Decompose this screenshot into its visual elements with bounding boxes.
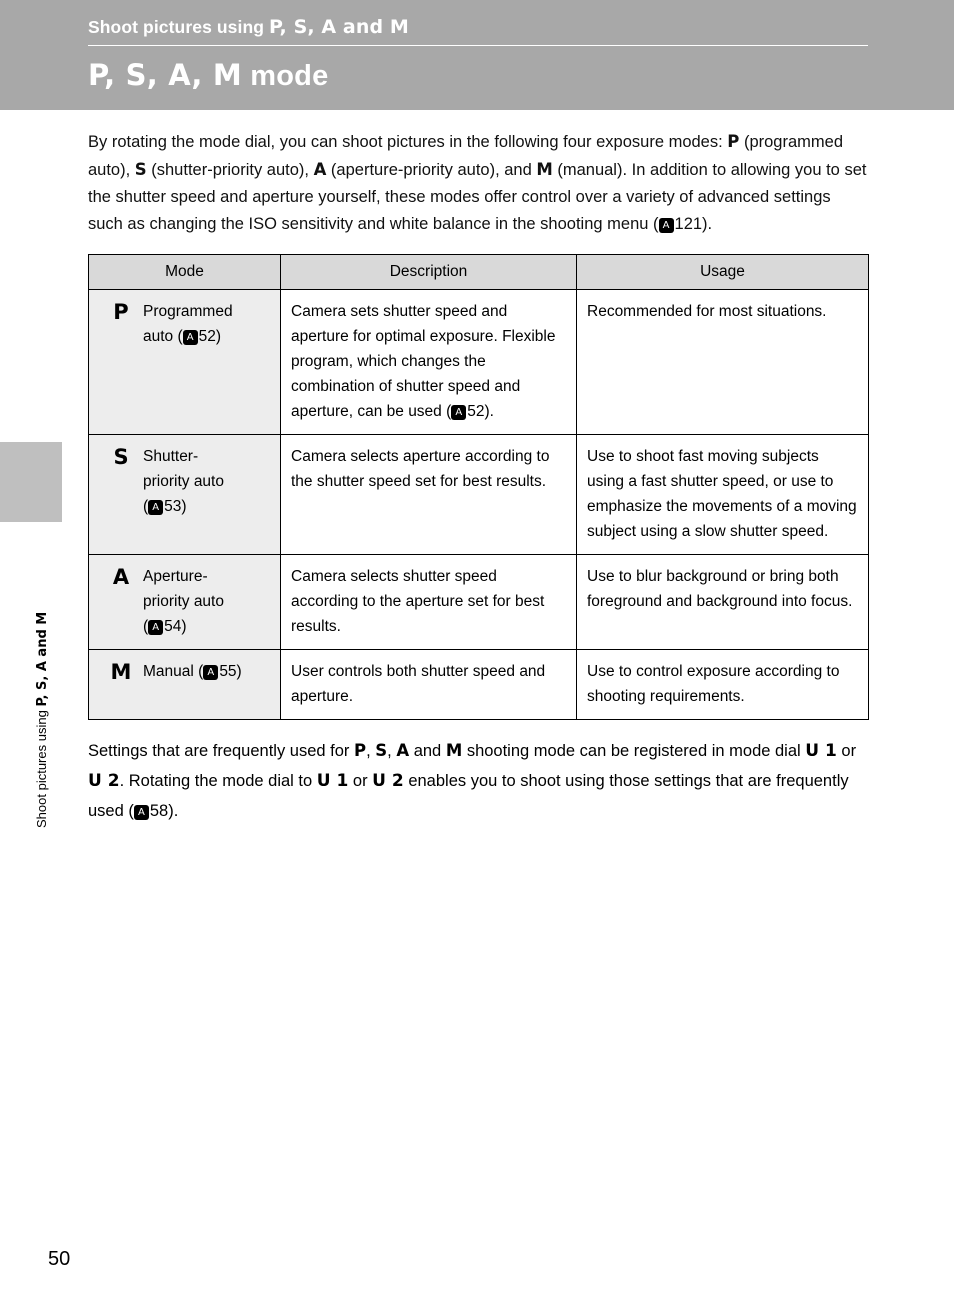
after-mode-a: A [396,741,410,760]
mode-description-p-text: Camera sets shutter speed and aperture f… [291,303,556,420]
mode-name-m: Manual (A 55) [143,659,270,684]
table-header-usage: Usage [576,254,869,290]
page-reference-icon: A [658,218,674,233]
mode-usage-m: Use to control exposure according to sho… [576,649,869,720]
intro-seg-1: By rotating the mode dial, you can shoot… [88,133,728,151]
table-header-row: Mode Description Usage [88,254,869,290]
intro-mode-a: A [313,160,327,179]
page-reference-icon: A [451,405,467,420]
after-mode-m: M [445,741,463,760]
after-seg-5: shooting mode can be registered in mode … [462,742,806,760]
mode-description-m: User controls both shutter speed and ape… [280,649,577,720]
mode-name-s-ref: 53) [164,498,187,515]
after-mode-p: P [354,741,367,760]
mode-name-s-line1: Shutter- [143,448,199,465]
intro-mode-p: P [727,132,740,151]
side-tab-label: Shoot pictures using P, S, A and M [34,508,50,828]
after-seg-8: or [348,772,373,790]
side-tab-label-prefix: Shoot pictures using [34,706,49,828]
mode-description-s: Camera selects aperture according to the… [280,434,577,555]
mode-name-a-line2: priority auto [143,593,224,610]
mode-name-p-line2: auto ( [143,328,183,345]
after-seg-1: Settings that are frequently used for [88,742,354,760]
table-header-mode: Mode [88,254,281,290]
mode-description-p-ref: 52). [467,403,494,420]
after-mode-s: S [375,741,388,760]
mode-cell-a: A Aperture-priority auto(A 54) [88,554,281,650]
mode-name-a-line1: Aperture- [143,568,208,585]
mode-name-a: Aperture-priority auto(A 54) [143,564,270,639]
mode-cell-m: M Manual (A 55) [88,649,281,720]
mode-letter-s: S [113,445,129,469]
side-tab-marker [0,442,62,522]
page-number: 50 [48,1248,71,1270]
mode-name-s: Shutter-priority auto(A 53) [143,444,270,519]
mode-cell-p: P Programmed auto (A 52) [88,289,281,435]
chapter-title-modes: P, S, A and M [269,16,409,38]
table-row: M Manual (A 55) User controls both shutte… [88,649,869,720]
page-title: P, S, A, M mode [88,58,868,93]
mode-name-p-ref: 52) [198,328,222,345]
page-header-band: Shoot pictures using P, S, A and M P, S,… [0,0,954,110]
table-row: S Shutter-priority auto(A 53) Camera sele… [88,434,869,555]
page-content: By rotating the mode dial, you can shoot… [88,128,869,826]
page-title-suffix: mode [242,60,329,92]
mode-name-m-ref: 55) [219,663,242,680]
intro-page-ref: 121). [674,215,713,233]
page-reference-icon: A [182,330,198,345]
intro-mode-s: S [134,160,147,179]
exposure-modes-table: Mode Description Usage P Programmed auto … [88,254,869,720]
mode-name-p-line1: Programmed [143,303,233,320]
intro-paragraph: By rotating the mode dial, you can shoot… [88,128,868,238]
after-seg-3: , [387,742,397,760]
table-row: A Aperture-priority auto(A 54) Camera sel… [88,554,869,650]
mode-letter-a: A [112,565,130,589]
mode-letter-p: P [113,300,129,324]
user-setting-u1-second: U 1 [316,771,349,791]
mode-letter-m: M [110,660,132,684]
page-title-modes: P, S, A, M [88,58,242,92]
page-reference-icon: A [203,665,219,680]
chapter-title-prefix: Shoot pictures using [88,17,269,37]
mode-usage-s: Use to shoot fast moving subjects using … [576,434,869,555]
user-setting-u1-first: U 1 [805,741,837,761]
after-seg-7: . Rotating the mode dial to [119,772,317,790]
mode-usage-a: Use to blur background or bring both for… [576,554,869,650]
mode-name-m-line1: Manual ( [143,663,204,680]
page-reference-icon: A [148,620,164,635]
after-seg-2: , [366,742,376,760]
table-row: P Programmed auto (A 52) Camera sets shutt… [88,289,869,435]
mode-description-a: Camera selects shutter speed according t… [280,554,577,650]
intro-mode-m: M [536,160,553,179]
header-inner: Shoot pictures using P, S, A and M P, S,… [88,16,868,93]
mode-name-p: Programmed auto (A 52) [143,299,270,349]
after-seg-4: and [409,742,446,760]
user-setting-u2-first: U 2 [88,771,120,791]
table-header-description: Description [280,254,577,290]
page-reference-icon: A [133,805,149,820]
intro-seg-4: (aperture-priority auto), and [326,161,537,179]
mode-name-s-line2: priority auto [143,473,224,490]
mode-description-p: Camera sets shutter speed and aperture f… [280,289,577,435]
mode-cell-s: S Shutter-priority auto(A 53) [88,434,281,555]
after-seg-6: or [836,742,857,760]
after-table-paragraph: Settings that are frequently used for P,… [88,736,868,826]
mode-name-a-ref: 54) [164,618,187,635]
user-setting-u2-second: U 2 [372,771,404,791]
page-reference-icon: A [148,500,164,515]
mode-usage-p: Recommended for most situations. [576,289,869,435]
after-page-ref: 58). [149,802,179,820]
intro-seg-3: (shutter-priority auto), [146,161,314,179]
chapter-title: Shoot pictures using P, S, A and M [88,16,868,46]
side-tab-label-modes: P, S, A and M [35,611,50,707]
